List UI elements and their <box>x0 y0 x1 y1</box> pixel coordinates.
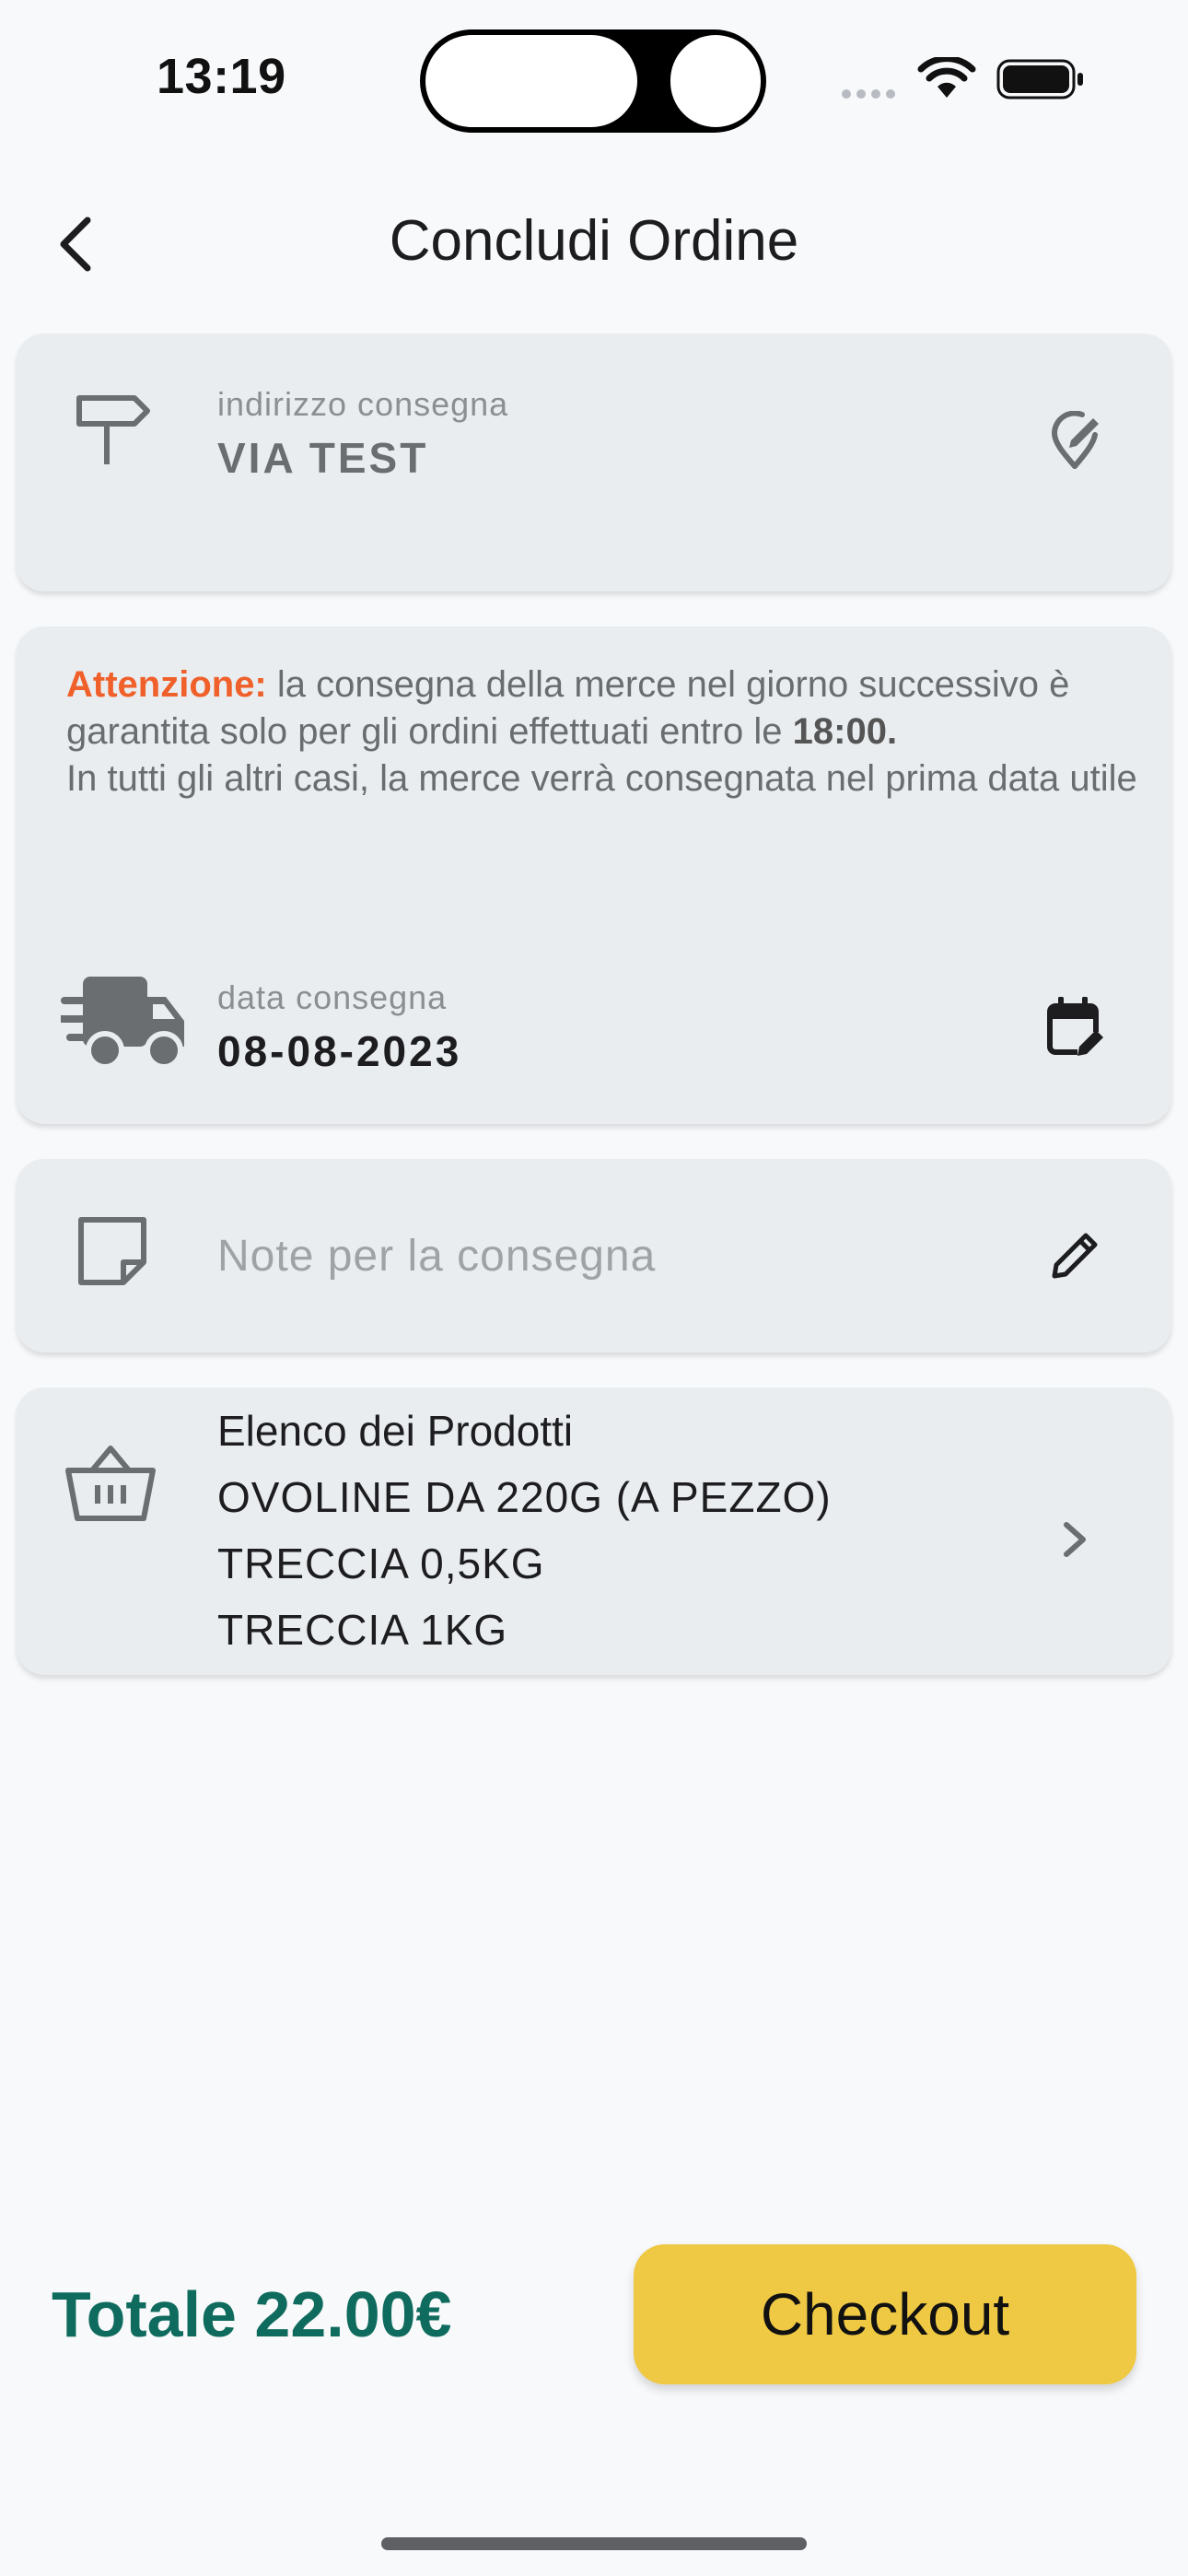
location-edit-icon <box>1051 411 1099 469</box>
product-item: TRECCIA 0,5KG <box>217 1540 545 1587</box>
notice-text-2: In tutti gli altri casi, la merce verrà … <box>66 758 1137 799</box>
address-label: indirizzo consegna <box>217 385 509 423</box>
checkout-button[interactable]: Checkout <box>634 2244 1136 2384</box>
notes-placeholder[interactable]: Note per la consegna <box>217 1231 656 1282</box>
delivery-date-label: data consegna <box>217 978 448 1016</box>
basket-icon <box>65 1446 156 1521</box>
battery-icon <box>996 59 1083 100</box>
wifi-icon <box>917 57 976 98</box>
truck-fast-icon <box>61 977 184 1070</box>
status-time: 13:19 <box>157 49 286 104</box>
order-total: Totale 22.00€ <box>52 2278 452 2350</box>
signpost-icon <box>76 395 150 464</box>
open-products-button[interactable] <box>1033 1498 1116 1581</box>
notice-time: 18:00. <box>792 711 898 752</box>
notes-card[interactable]: Note per la consegna <box>17 1159 1171 1352</box>
page-title: Concludi Ordine <box>389 209 799 273</box>
product-item: OVOLINE DA 220G (A PEZZO) <box>217 1473 832 1521</box>
calendar-edit-icon <box>1047 997 1103 1058</box>
change-date-button[interactable] <box>1033 986 1116 1069</box>
home-indicator[interactable] <box>381 2537 807 2550</box>
products-title: Elenco dei Prodotti <box>217 1407 574 1455</box>
cellular-signal-icon <box>842 87 901 103</box>
products-card[interactable]: Elenco dei Prodotti OVOLINE DA 220G (A P… <box>17 1388 1171 1675</box>
delivery-date-value: 08-08-2023 <box>217 1027 462 1075</box>
address-value: VIA TEST <box>217 434 429 482</box>
product-item: TRECCIA 1KG <box>217 1606 508 1654</box>
notice-warning-label: Attenzione: <box>66 664 267 705</box>
dynamic-island-pill <box>425 35 637 127</box>
pencil-icon <box>1052 1233 1098 1279</box>
dynamic-island-dot <box>670 35 761 127</box>
edit-notes-button[interactable] <box>1033 1214 1116 1297</box>
address-card[interactable]: indirizzo consegna VIA TEST <box>17 334 1171 591</box>
chevron-right-icon <box>1064 1522 1086 1557</box>
delivery-card: Attenzione: la consegna della merce nel … <box>17 626 1171 1124</box>
edit-address-button[interactable] <box>1033 400 1116 483</box>
delivery-notice: Attenzione: la consegna della merce nel … <box>66 662 1153 802</box>
sticky-note-icon <box>78 1217 146 1285</box>
